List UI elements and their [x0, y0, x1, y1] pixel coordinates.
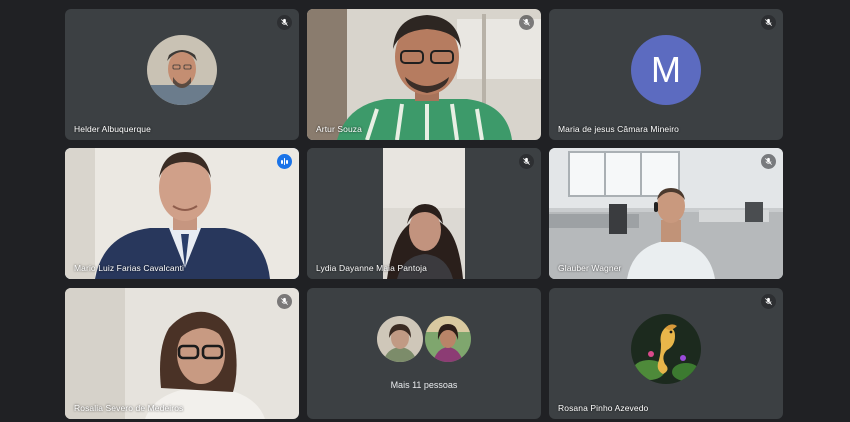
participant-tile-rosana[interactable]: Rosana Pinho Azevedo [549, 288, 783, 419]
participant-name: Maria de jesus Câmara Mineiro [558, 124, 679, 134]
participant-name: Rosana Pinho Azevedo [558, 403, 649, 413]
more-participants-avatars [377, 316, 471, 362]
participant-name: Helder Albuquerque [74, 124, 151, 134]
participant-tile-lydia[interactable]: Lydia Dayanne Maia Pantoja [307, 148, 541, 279]
participant-avatar [425, 316, 471, 362]
participant-video [307, 148, 541, 279]
participant-tile-glauber[interactable]: Glauber Wagner [549, 148, 783, 279]
participant-name: Rosalia Severo de Medeiros [74, 403, 184, 413]
mic-off-icon [761, 154, 776, 169]
participant-name: Glauber Wagner [558, 263, 622, 273]
participant-avatar [147, 34, 217, 105]
participant-tile-helder[interactable]: Helder Albuquerque [65, 9, 299, 140]
participant-tile-maria[interactable]: M Maria de jesus Câmara Mineiro [549, 9, 783, 140]
participant-video [65, 288, 299, 419]
mic-off-icon [519, 154, 534, 169]
participant-name: Artur Souza [316, 124, 362, 134]
participant-avatar [631, 313, 701, 384]
participant-video [65, 148, 299, 279]
letter-avatar: M [631, 34, 701, 105]
mic-off-icon [761, 15, 776, 30]
mic-off-icon [761, 294, 776, 309]
participant-tile-mario[interactable]: Mario Luiz Farias Cavalcanti [65, 148, 299, 279]
participant-tile-artur[interactable]: Artur Souza [307, 9, 541, 140]
mic-off-icon [277, 294, 292, 309]
participant-name: Mario Luiz Farias Cavalcanti [74, 263, 185, 273]
more-participants-tile[interactable]: Mais 11 pessoas [307, 288, 541, 419]
speaking-indicator-icon [277, 154, 292, 169]
mic-off-icon [519, 15, 534, 30]
mic-off-icon [277, 15, 292, 30]
participant-video [307, 9, 541, 140]
participant-name: Lydia Dayanne Maia Pantoja [316, 263, 427, 273]
participant-video [549, 148, 783, 279]
more-participants-label: Mais 11 pessoas [390, 380, 458, 390]
participant-avatar [377, 316, 423, 362]
participant-tile-rosalia[interactable]: Rosalia Severo de Medeiros [65, 288, 299, 419]
